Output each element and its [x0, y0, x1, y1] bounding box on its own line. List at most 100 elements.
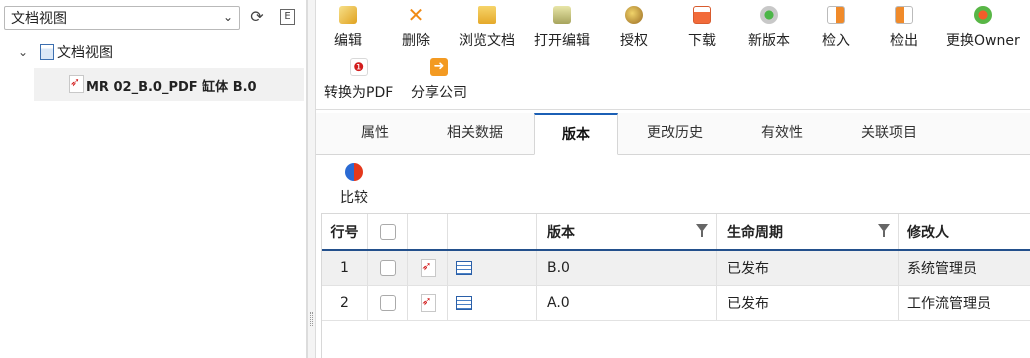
change-owner-icon	[973, 6, 992, 24]
header-row-number: 行号	[322, 214, 368, 249]
edit-label: 编辑	[334, 33, 362, 49]
tab-validity[interactable]: 有效性	[732, 113, 832, 155]
tree-root[interactable]: ⌄ 文档视图	[18, 42, 113, 62]
header-select-all	[368, 214, 408, 249]
chevron-down-icon: ⌄	[222, 10, 233, 24]
row-checkbox-cell	[368, 286, 408, 320]
pdf-icon: ❶	[349, 58, 368, 76]
check-in-button[interactable]: 检入	[822, 6, 850, 50]
header-lifecycle-label: 生命周期	[727, 224, 783, 241]
table-row[interactable]: 1 B.0 已发布 系统管理员	[322, 251, 1030, 286]
tab-bar: 属性 相关数据 版本 更改历史 有效性 关联项目	[316, 113, 1030, 155]
versions-table: 行号 版本 生命周期 修改人 1 B.0	[321, 213, 1030, 358]
row-detail-cell	[448, 286, 537, 320]
edit-button[interactable]: 编辑	[334, 6, 362, 50]
header-icon-col	[408, 214, 448, 249]
header-version[interactable]: 版本	[537, 214, 717, 249]
tab-change-history[interactable]: 更改历史	[618, 113, 732, 155]
open-edit-button[interactable]: 打开编辑	[534, 6, 590, 50]
download-button[interactable]: 下载	[688, 6, 716, 50]
pdf-icon[interactable]	[420, 294, 436, 312]
browse-document-button[interactable]: 浏览文档	[459, 6, 515, 50]
browse-document-label: 浏览文档	[459, 33, 515, 49]
filter-icon[interactable]	[878, 224, 890, 237]
document-view-icon	[40, 44, 54, 60]
check-in-icon	[827, 6, 845, 24]
authorize-icon	[625, 6, 643, 24]
new-version-icon	[760, 6, 778, 24]
left-panel: 文档视图 ⌄ ⟳ E ⌄ 文档视图 MR 02_B.0_PDF 缸体 B.0	[0, 0, 307, 358]
header-icon-col-2	[448, 214, 537, 249]
e-button[interactable]: E	[280, 9, 295, 25]
toolbar: 编辑 ✕ 删除 浏览文档 打开编辑 授权 下载 新版本 检入 检出 更换Owne…	[316, 0, 1030, 110]
chevron-down-icon[interactable]: ⌄	[18, 45, 32, 59]
authorize-button[interactable]: 授权	[620, 6, 648, 50]
header-modifier[interactable]: 修改人	[899, 214, 1030, 249]
table-view-icon[interactable]	[456, 296, 472, 310]
folder-open-icon	[478, 6, 496, 24]
new-version-button[interactable]: 新版本	[748, 6, 790, 50]
share-company-label: 分享公司	[411, 85, 467, 101]
row-number: 2	[322, 286, 368, 320]
header-version-label: 版本	[547, 224, 575, 241]
delete-icon: ✕	[407, 3, 425, 27]
table-header: 行号 版本 生命周期 修改人	[322, 214, 1030, 251]
check-in-label: 检入	[822, 33, 850, 49]
tab-related-projects[interactable]: 关联项目	[832, 113, 946, 155]
new-version-label: 新版本	[748, 33, 790, 49]
share-icon: ➜	[430, 58, 448, 76]
convert-pdf-button[interactable]: ❶ 转换为PDF	[324, 58, 393, 102]
refresh-icon[interactable]: ⟳	[248, 8, 266, 26]
compare-icon	[345, 163, 363, 181]
authorize-label: 授权	[620, 33, 648, 49]
row-modifier: 工作流管理员	[907, 296, 991, 312]
row-version: A.0	[537, 286, 717, 320]
change-owner-button[interactable]: 更换Owner	[946, 6, 1020, 50]
pdf-icon	[68, 75, 84, 93]
pdf-icon[interactable]	[420, 259, 436, 277]
right-panel: 编辑 ✕ 删除 浏览文档 打开编辑 授权 下载 新版本 检入 检出 更换Owne…	[316, 0, 1030, 358]
open-edit-label: 打开编辑	[534, 33, 590, 49]
row-version: B.0	[537, 251, 717, 285]
tree-item-document[interactable]: MR 02_B.0_PDF 缸体 B.0	[34, 68, 304, 101]
open-edit-icon	[553, 6, 571, 24]
download-label: 下载	[688, 33, 716, 49]
change-owner-label: 更换Owner	[946, 33, 1020, 49]
compare-button[interactable]: 比较	[340, 163, 368, 207]
delete-button[interactable]: ✕ 删除	[402, 3, 430, 50]
row-number: 1	[322, 251, 368, 285]
view-select[interactable]: 文档视图 ⌄	[4, 6, 240, 30]
row-modifier: 系统管理员	[907, 261, 977, 277]
table-row[interactable]: 2 A.0 已发布 工作流管理员	[322, 286, 1030, 321]
row-pdf-cell	[408, 286, 448, 320]
row-checkbox[interactable]	[379, 260, 396, 276]
compare-label: 比较	[340, 190, 368, 206]
check-out-label: 检出	[890, 33, 918, 49]
check-out-button[interactable]: 检出	[890, 6, 918, 50]
delete-label: 删除	[402, 33, 430, 49]
tab-properties[interactable]: 属性	[334, 113, 416, 155]
tree-root-label: 文档视图	[57, 45, 113, 61]
row-pdf-cell	[408, 251, 448, 285]
row-checkbox[interactable]	[379, 295, 396, 311]
download-icon	[693, 6, 711, 24]
convert-pdf-label: 转换为PDF	[324, 85, 394, 101]
row-lifecycle: 已发布	[717, 286, 899, 320]
table-view-icon[interactable]	[456, 261, 472, 275]
check-out-icon	[895, 6, 913, 24]
view-select-value: 文档视图	[11, 11, 67, 27]
row-detail-cell	[448, 251, 537, 285]
filter-icon[interactable]	[696, 224, 708, 237]
splitter[interactable]	[307, 0, 316, 358]
tab-related-data[interactable]: 相关数据	[416, 113, 534, 155]
share-company-button[interactable]: ➜ 分享公司	[411, 58, 467, 102]
row-lifecycle: 已发布	[717, 251, 899, 285]
splitter-grip[interactable]	[310, 312, 313, 326]
tree-item-label: MR 02_B.0_PDF 缸体 B.0	[86, 80, 257, 95]
header-lifecycle[interactable]: 生命周期	[717, 214, 899, 249]
select-all-checkbox[interactable]	[379, 223, 396, 240]
app-window: 文档视图 ⌄ ⟳ E ⌄ 文档视图 MR 02_B.0_PDF 缸体 B.0 编…	[0, 0, 1030, 358]
edit-icon	[339, 6, 357, 24]
row-checkbox-cell	[368, 251, 408, 285]
tab-versions[interactable]: 版本	[534, 113, 618, 155]
